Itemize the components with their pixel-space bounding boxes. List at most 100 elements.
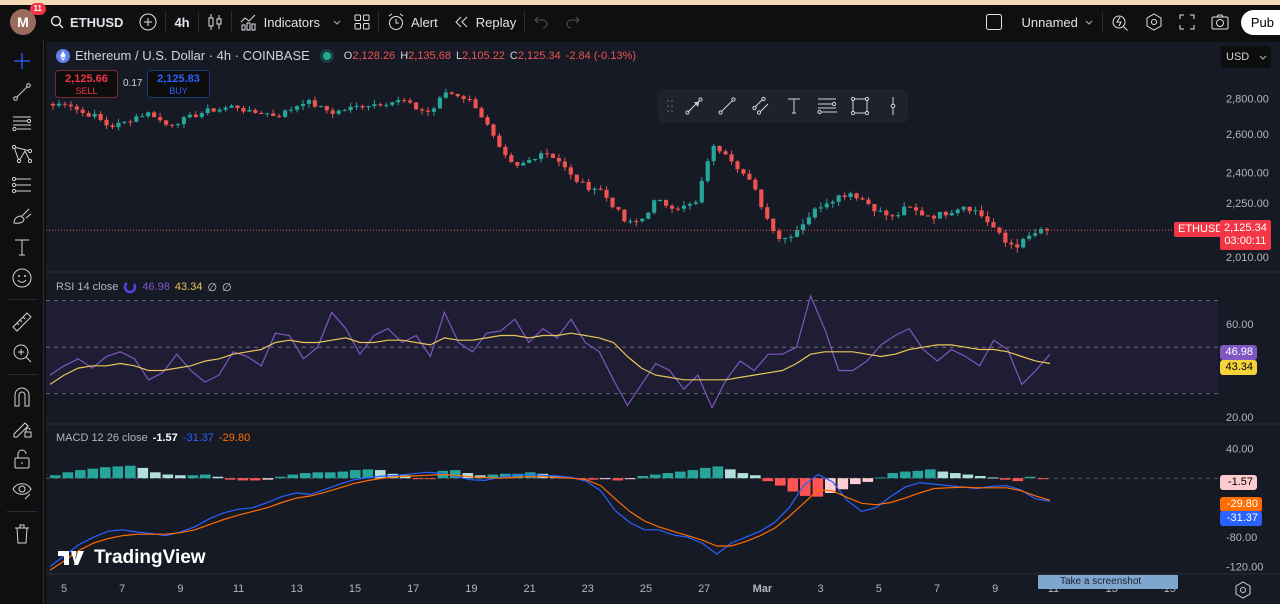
candle-body <box>1027 235 1032 239</box>
candle-body <box>122 121 127 123</box>
candle-body <box>205 108 210 114</box>
chevron-down-icon <box>1085 20 1093 25</box>
symbol-label: ETHUSD <box>70 14 124 30</box>
macd-histogram-bar <box>425 478 436 480</box>
candle-body <box>628 221 633 223</box>
rsi-title[interactable]: RSI 14 close <box>56 281 118 293</box>
alert-button[interactable]: Alert <box>379 8 446 36</box>
tool-fib[interactable] <box>0 107 44 138</box>
indicators-dropdown[interactable] <box>328 8 346 36</box>
favorite-vertical-line[interactable] <box>879 91 908 121</box>
indicators-button[interactable]: Indicators <box>232 8 328 36</box>
buy-button[interactable]: 2,125.83 BUY <box>147 70 210 98</box>
publish-button[interactable]: Pub <box>1240 9 1280 35</box>
macd-histogram-bar <box>712 466 724 479</box>
macd-histogram-bar <box>212 476 224 479</box>
screenshot-button[interactable] <box>1203 8 1237 36</box>
favorite-fib-tool[interactable] <box>812 91 841 121</box>
candle-body <box>372 104 377 107</box>
symbol-search-button[interactable]: ETHUSD <box>42 8 131 36</box>
replay-button[interactable]: Replay <box>446 8 524 36</box>
tool-remove[interactable] <box>0 518 44 549</box>
candle-body <box>854 193 859 199</box>
fullscreen-icon <box>1179 14 1195 30</box>
macd-histogram-bar <box>900 471 911 479</box>
candle-body <box>663 199 669 206</box>
tool-text[interactable] <box>0 231 44 262</box>
candle-body <box>556 157 562 162</box>
candle-body <box>318 106 323 108</box>
floating-drawing-toolbar <box>658 89 908 123</box>
layouts-button[interactable] <box>346 8 378 36</box>
loading-spinner-icon <box>124 280 137 294</box>
favorite-parallel-channel[interactable] <box>746 91 775 121</box>
favorite-trend-line[interactable] <box>713 91 742 121</box>
chart-area[interactable]: 2,800.00 2,600.00 2,400.00 2,250.00 2,010.00… <box>46 42 1280 604</box>
interval-button[interactable]: 4h <box>166 8 197 36</box>
macd-histogram-bar <box>937 471 949 479</box>
compare-symbol-button[interactable] <box>131 8 165 36</box>
candle-body <box>527 160 532 163</box>
macd-histogram-bar <box>912 470 924 479</box>
macd-histogram-bar <box>875 477 886 479</box>
last-price-tag: 2,125.34 03:00:11 <box>1220 220 1271 250</box>
tool-icons[interactable] <box>0 262 44 293</box>
favorite-rectangle-tool[interactable] <box>846 91 875 121</box>
chart-canvas[interactable]: 2,800.00 2,600.00 2,400.00 2,250.00 2,010.00… <box>46 42 1280 604</box>
settings-button[interactable] <box>1137 8 1171 36</box>
candle-body <box>92 113 97 117</box>
tool-hide[interactable] <box>0 474 44 505</box>
quick-search-button[interactable] <box>1103 8 1137 36</box>
favorite-text-tool[interactable] <box>779 91 808 121</box>
tool-zoom[interactable] <box>0 337 44 368</box>
undo-button[interactable] <box>525 8 557 36</box>
candle-body <box>128 121 133 123</box>
candle-body <box>265 113 270 115</box>
candle-body <box>348 106 353 111</box>
fullscreen-button[interactable] <box>1171 8 1203 36</box>
candle-body <box>747 173 752 180</box>
tool-forecast[interactable] <box>0 169 44 200</box>
tool-brush[interactable] <box>0 200 44 231</box>
time-axis-tick: 19 <box>465 583 477 595</box>
vertical-line-icon <box>891 97 896 115</box>
candle-body <box>455 93 460 97</box>
screenshot-tooltip: Take a screenshot <box>1038 575 1178 589</box>
candle-body <box>687 203 692 206</box>
tool-magnet[interactable] <box>0 381 44 412</box>
sell-button[interactable]: 2,125.66 SELL <box>55 70 118 98</box>
macd-title[interactable]: MACD 12 26 close <box>56 432 148 444</box>
tool-crosshair[interactable] <box>0 45 44 76</box>
favorite-arrow-tool[interactable] <box>680 91 709 121</box>
tool-lock-all[interactable] <box>0 443 44 474</box>
chart-type-button[interactable] <box>199 8 231 36</box>
redo-button[interactable] <box>557 8 589 36</box>
tool-lock-drawings[interactable] <box>0 412 44 443</box>
candle-body <box>467 98 472 100</box>
tool-measure[interactable] <box>0 306 44 337</box>
time-axis-tick: 17 <box>407 583 419 595</box>
candle-body <box>163 120 169 125</box>
candle-body <box>711 145 716 162</box>
currency-select[interactable]: USD <box>1221 46 1271 68</box>
candle-body <box>902 206 907 216</box>
macd-legend: MACD 12 26 close -1.57 -31.37 -29.80 <box>56 432 250 444</box>
time-axis-tick: 7 <box>934 583 940 595</box>
chevron-down-icon <box>1259 55 1267 60</box>
tool-trend-line[interactable] <box>0 76 44 107</box>
layout-select-button[interactable]: Unnamed <box>977 8 1101 36</box>
user-avatar[interactable]: M 11 <box>10 3 46 35</box>
candle-body <box>598 188 603 190</box>
candle-body <box>140 116 145 118</box>
macd-histogram-bar <box>775 478 786 486</box>
macd-histogram-bar <box>412 478 424 480</box>
macd-histogram-bar <box>75 470 86 479</box>
drag-handle[interactable] <box>664 91 676 121</box>
scale-settings-button[interactable] <box>1234 581 1252 604</box>
open-value: 2,128.26 <box>352 49 396 62</box>
candle-body <box>967 206 972 212</box>
tool-patterns[interactable] <box>0 138 44 169</box>
time-axis-tick: 27 <box>698 583 710 595</box>
hexagon-gear-icon <box>1235 581 1251 599</box>
symbol-title[interactable]: Ethereum / U.S. Dollar · 4h · COINBASE <box>75 48 310 63</box>
